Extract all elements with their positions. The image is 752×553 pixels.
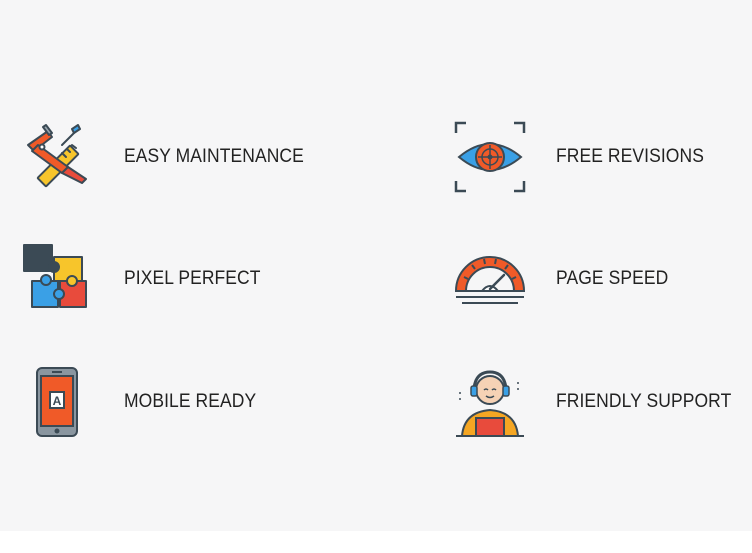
feature-mobile-ready: A MOBILE READY	[22, 366, 268, 438]
feature-easy-maintenance: EASY MAINTENANCE	[22, 121, 320, 193]
feature-label: EASY MAINTENANCE	[124, 146, 304, 167]
feature-label: MOBILE READY	[124, 391, 257, 412]
feature-label: PAGE SPEED	[556, 268, 669, 289]
speedometer-icon	[454, 243, 526, 315]
feature-label: PIXEL PERFECT	[124, 268, 261, 289]
feature-page-speed: PAGE SPEED	[454, 243, 678, 315]
mobile-phone-icon: A	[22, 366, 94, 438]
tools-icon	[22, 121, 94, 193]
feature-friendly-support: FRIENDLY SUPPORT	[454, 366, 747, 438]
feature-free-revisions: FREE REVISIONS	[454, 121, 717, 193]
features-section: EASY MAINTENANCE FREE REVISIONS PIXEL PE…	[0, 0, 752, 531]
support-agent-icon	[454, 366, 526, 438]
eye-target-icon	[454, 121, 526, 193]
puzzle-icon	[22, 243, 94, 315]
feature-pixel-perfect: PIXEL PERFECT	[22, 243, 272, 315]
feature-label: FRIENDLY SUPPORT	[556, 391, 732, 412]
feature-label: FREE REVISIONS	[556, 146, 704, 167]
svg-text:A: A	[53, 394, 62, 408]
